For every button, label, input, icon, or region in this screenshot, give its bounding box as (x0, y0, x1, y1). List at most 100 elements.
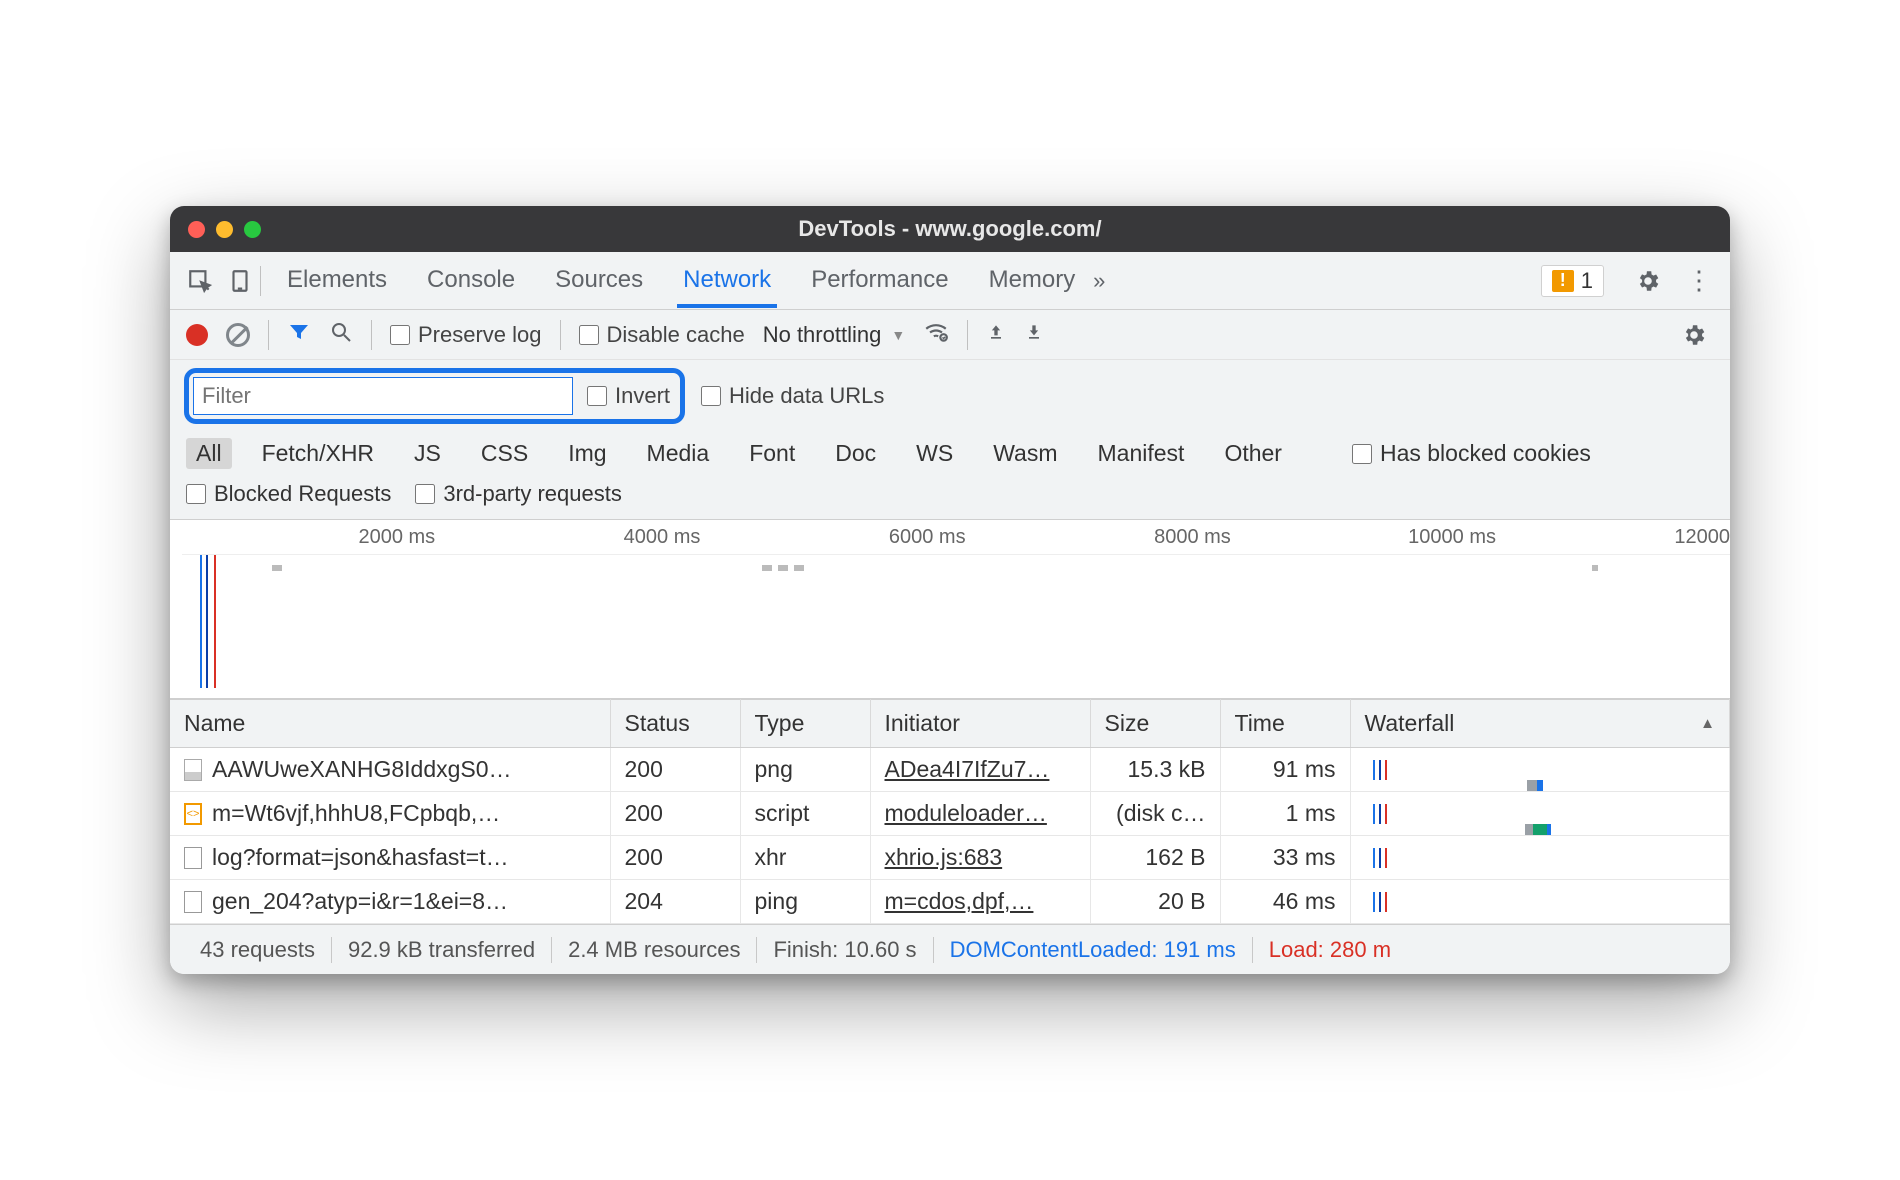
throttling-select[interactable]: No throttling ▼ (763, 322, 905, 348)
tab-performance[interactable]: Performance (805, 254, 954, 308)
table-row[interactable]: log?format=json&hasfast=t…200xhrxhrio.js… (170, 836, 1730, 880)
blocked-requests-label: Blocked Requests (214, 481, 391, 507)
network-settings-icon[interactable] (1674, 322, 1714, 348)
device-toolbar-icon[interactable] (220, 268, 260, 294)
tab-sources[interactable]: Sources (549, 254, 649, 308)
blocked-requests-checkbox[interactable]: Blocked Requests (186, 481, 391, 507)
type-all[interactable]: All (186, 438, 232, 469)
tab-memory[interactable]: Memory (983, 254, 1082, 308)
image-file-icon (184, 759, 202, 781)
request-size: (disk c… (1090, 792, 1220, 836)
request-type: xhr (740, 836, 870, 880)
request-type: ping (740, 880, 870, 924)
request-initiator[interactable]: moduleloader… (885, 800, 1047, 826)
request-name: gen_204?atyp=i&r=1&ei=8… (212, 888, 508, 915)
type-other[interactable]: Other (1214, 438, 1292, 469)
col-size[interactable]: Size (1090, 700, 1220, 748)
hide-data-urls-checkbox[interactable]: Hide data URLs (701, 383, 884, 409)
filter-row: Invert Hide data URLs (170, 360, 1730, 432)
type-wasm[interactable]: Wasm (983, 438, 1067, 469)
table-header-row: Name Status Type Initiator Size Time Wat… (170, 700, 1730, 748)
network-conditions-icon[interactable] (923, 319, 949, 351)
type-manifest[interactable]: Manifest (1088, 438, 1195, 469)
status-finish: Finish: 10.60 s (757, 937, 933, 963)
type-img[interactable]: Img (558, 438, 616, 469)
tick-label: 2000 ms (358, 526, 435, 549)
request-size: 15.3 kB (1090, 748, 1220, 792)
table-row[interactable]: <>m=Wt6vjf,hhhU8,FCpbqb,…200scriptmodule… (170, 792, 1730, 836)
import-har-icon[interactable] (986, 322, 1006, 348)
timeline-mark (794, 565, 804, 571)
col-initiator[interactable]: Initiator (870, 700, 1090, 748)
titlebar: DevTools - www.google.com/ (170, 206, 1730, 252)
timeline-marker (214, 555, 216, 688)
timeline-mark (1592, 565, 1598, 571)
waterfall-label: Waterfall (1365, 710, 1455, 737)
request-time: 46 ms (1220, 880, 1350, 924)
preserve-log-checkbox[interactable]: Preserve log (390, 322, 542, 348)
col-time[interactable]: Time (1220, 700, 1350, 748)
status-domcontentloaded: DOMContentLoaded: 191 ms (934, 937, 1253, 963)
filter-highlight-box: Invert (184, 368, 685, 424)
tab-elements[interactable]: Elements (281, 254, 393, 308)
more-tabs-button[interactable]: » (1081, 268, 1117, 294)
disable-cache-label: Disable cache (607, 322, 745, 348)
filter-toggle-icon[interactable] (287, 320, 311, 350)
col-name[interactable]: Name (170, 700, 610, 748)
type-media[interactable]: Media (637, 438, 720, 469)
request-status: 200 (610, 748, 740, 792)
throttling-value: No throttling (763, 322, 882, 348)
type-css[interactable]: CSS (471, 438, 538, 469)
overview-timeline[interactable]: 2000 ms 4000 ms 6000 ms 8000 ms 10000 ms… (170, 519, 1730, 699)
request-status: 200 (610, 792, 740, 836)
search-icon[interactable] (329, 320, 353, 350)
settings-icon[interactable] (1628, 268, 1668, 294)
type-doc[interactable]: Doc (825, 438, 886, 469)
type-filter-row: All Fetch/XHR JS CSS Img Media Font Doc … (170, 432, 1730, 477)
col-waterfall[interactable]: Waterfall ▲ (1350, 700, 1730, 748)
request-type: png (740, 748, 870, 792)
script-file-icon: <> (184, 803, 202, 825)
filter-input[interactable] (193, 377, 573, 415)
kebab-menu-icon[interactable]: ⋮ (1678, 265, 1720, 296)
has-blocked-cookies-checkbox[interactable]: Has blocked cookies (1352, 440, 1591, 467)
request-waterfall (1350, 836, 1730, 880)
request-waterfall (1350, 880, 1730, 924)
hide-data-urls-label: Hide data URLs (729, 383, 884, 409)
request-waterfall (1350, 748, 1730, 792)
third-party-checkbox[interactable]: 3rd-party requests (415, 481, 622, 507)
file-icon (184, 891, 202, 913)
request-initiator[interactable]: m=cdos,dpf,… (885, 888, 1034, 914)
panel-tabs: Elements Console Sources Network Perform… (281, 254, 1081, 308)
type-ws[interactable]: WS (906, 438, 963, 469)
has-blocked-cookies-label: Has blocked cookies (1380, 440, 1591, 467)
export-har-icon[interactable] (1024, 322, 1044, 348)
inspect-element-icon[interactable] (180, 268, 220, 294)
status-requests: 43 requests (184, 937, 332, 963)
tick-label: 10000 ms (1408, 526, 1496, 549)
table-row[interactable]: gen_204?atyp=i&r=1&ei=8…204pingm=cdos,dp… (170, 880, 1730, 924)
col-type[interactable]: Type (740, 700, 870, 748)
col-status[interactable]: Status (610, 700, 740, 748)
sort-icon: ▲ (1700, 715, 1715, 732)
record-button[interactable] (186, 324, 208, 346)
tab-console[interactable]: Console (421, 254, 521, 308)
request-time: 91 ms (1220, 748, 1350, 792)
type-font[interactable]: Font (739, 438, 805, 469)
request-initiator[interactable]: ADea4I7IfZu7… (885, 756, 1050, 782)
type-fetch-xhr[interactable]: Fetch/XHR (252, 438, 384, 469)
table-row[interactable]: AAWUweXANHG8IddxgS0… 200png ADea4I7IfZu7… 1… (170, 748, 1730, 792)
disable-cache-checkbox[interactable]: Disable cache (579, 322, 745, 348)
clear-button[interactable] (226, 323, 250, 347)
request-name: AAWUweXANHG8IddxgS0… (212, 756, 512, 783)
request-time: 33 ms (1220, 836, 1350, 880)
issues-badge[interactable]: ! 1 (1541, 265, 1604, 297)
status-resources: 2.4 MB resources (552, 937, 757, 963)
request-initiator[interactable]: xhrio.js:683 (885, 844, 1003, 870)
tab-network[interactable]: Network (677, 254, 777, 308)
window-title: DevTools - www.google.com/ (170, 216, 1730, 242)
separator (260, 266, 261, 296)
requests-table: Name Status Type Initiator Size Time Wat… (170, 699, 1730, 924)
type-js[interactable]: JS (404, 438, 451, 469)
invert-checkbox[interactable]: Invert (587, 383, 670, 409)
